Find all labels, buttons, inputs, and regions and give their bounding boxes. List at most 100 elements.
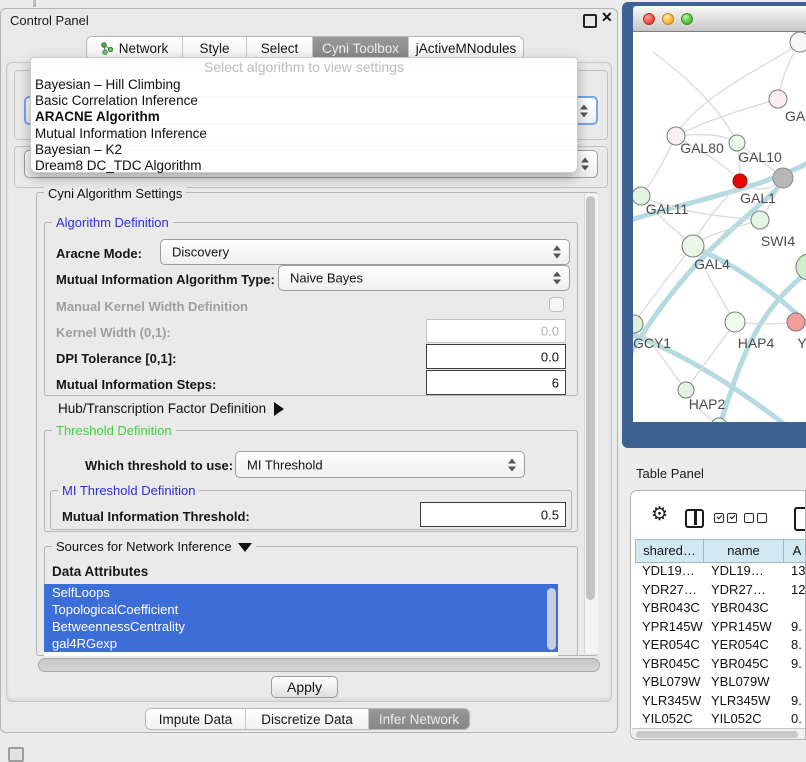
- network-edge[interactable]: [676, 99, 778, 136]
- network-node[interactable]: [725, 312, 745, 332]
- network-view-window[interactable]: GALGAL80GAL10GAL1GAL11SWI4GAL4GCY1HAP4YH…: [622, 2, 806, 448]
- aracne-mode-combobox[interactable]: Discovery: [160, 239, 570, 265]
- table-cell: YIL052C: [635, 711, 704, 726]
- manual-kernel-width-checkbox[interactable]: [549, 297, 564, 312]
- which-threshold-value: MI Threshold: [247, 457, 323, 472]
- table-row[interactable]: YIL052CYIL052C0.: [635, 711, 806, 726]
- network-node[interactable]: [751, 211, 769, 229]
- table-header-row: shared…nameA: [635, 539, 806, 563]
- network-edge[interactable]: [686, 322, 735, 390]
- table-row[interactable]: YER054CYER054C8.: [635, 637, 806, 652]
- tab-jactivemnodules[interactable]: jActiveMNodules: [409, 37, 523, 59]
- tab-label: Impute Data: [159, 712, 233, 727]
- mi-threshold-field[interactable]: 0.5: [420, 502, 566, 527]
- network-node[interactable]: [796, 254, 806, 280]
- table-cell: YER054C: [635, 637, 704, 652]
- attributes-vscrollbar-thumb[interactable]: [547, 588, 556, 650]
- mi-algorithm-type-combobox[interactable]: Naive Bayes: [278, 265, 570, 291]
- mi-steps-field[interactable]: 6: [426, 370, 566, 395]
- table-row[interactable]: YLR345WYLR345W9.: [635, 693, 806, 708]
- algorithm-option[interactable]: Dream8 DC_TDC Algorithm: [31, 158, 577, 174]
- tab-infer-network[interactable]: Infer Network: [369, 709, 469, 729]
- algorithm-option[interactable]: Mutual Information Inference: [31, 126, 577, 142]
- table-cell: [784, 674, 806, 689]
- deselect-all-checkbox-icon[interactable]: [757, 513, 767, 523]
- settings-vscrollbar-thumb[interactable]: [586, 196, 595, 600]
- table-hscrollbar-track[interactable]: [632, 728, 806, 740]
- network-node[interactable]: [633, 315, 643, 333]
- network-node-label: GAL10: [738, 149, 782, 165]
- close-window-icon[interactable]: ✕: [601, 9, 613, 26]
- network-edge[interactable]: [634, 245, 693, 324]
- apply-button[interactable]: Apply: [271, 676, 338, 698]
- table-row[interactable]: YBL079WYBL079W: [635, 674, 806, 689]
- network-node[interactable]: [787, 313, 805, 331]
- network-node[interactable]: [711, 418, 727, 422]
- kernel-width-field[interactable]: 0.0: [426, 319, 566, 343]
- table-cell: YDL19…: [704, 563, 784, 578]
- table-row[interactable]: YDL19…YDL19…13: [635, 563, 806, 578]
- new-table-icon[interactable]: [794, 507, 806, 531]
- data-attribute-item[interactable]: BetweennessCentrality: [44, 618, 558, 635]
- settings-hscrollbar[interactable]: [38, 658, 600, 672]
- network-node[interactable]: [790, 32, 806, 52]
- network-node[interactable]: [733, 174, 747, 188]
- close-traffic-light-icon[interactable]: [643, 13, 655, 25]
- tab-cyni-toolbox[interactable]: Cyni Toolbox: [313, 37, 409, 59]
- algorithm-option[interactable]: Basic Correlation Inference: [31, 93, 577, 109]
- tab-impute-data[interactable]: Impute Data: [146, 709, 246, 729]
- network-edge[interactable]: [641, 136, 676, 196]
- data-attribute-item[interactable]: SelfLoops: [44, 584, 558, 601]
- tab-style[interactable]: Style: [183, 37, 247, 59]
- sources-legend[interactable]: Sources for Network Inference: [52, 539, 256, 554]
- aracne-mode-value: Discovery: [172, 245, 229, 260]
- table-column-header[interactable]: shared…: [635, 539, 704, 563]
- algorithm-option[interactable]: Bayesian – K2: [31, 142, 577, 158]
- column-layout-icon[interactable]: [685, 509, 704, 528]
- network-window-titlebar[interactable]: [633, 6, 806, 32]
- table-row[interactable]: YBR045CYBR045C9.: [635, 656, 806, 671]
- network-node[interactable]: [773, 168, 793, 188]
- collapse-down-icon: [238, 543, 252, 552]
- settings-gear-icon[interactable]: ⚙: [651, 505, 668, 524]
- which-threshold-combobox[interactable]: MI Threshold: [235, 451, 525, 478]
- table-column-header[interactable]: A: [784, 539, 806, 563]
- float-window-icon[interactable]: [583, 14, 597, 28]
- cyni-bottom-tabbar: Impute Data Discretize Data Infer Network: [145, 708, 470, 730]
- table-hscrollbar-thumb[interactable]: [636, 731, 798, 738]
- table-row[interactable]: YBR043CYBR043C: [635, 600, 806, 615]
- tab-discretize-data[interactable]: Discretize Data: [246, 709, 369, 729]
- zoom-traffic-light-icon[interactable]: [681, 13, 693, 25]
- minimize-traffic-light-icon[interactable]: [662, 13, 674, 25]
- table-cell: 13: [784, 563, 806, 578]
- select-all-checkbox-icon[interactable]: [714, 513, 724, 523]
- tab-label: Select: [261, 41, 299, 56]
- aracne-mode-label: Aracne Mode:: [56, 246, 142, 261]
- dpi-tolerance-field[interactable]: 0.0: [426, 344, 566, 369]
- select-all-checkbox-icon[interactable]: [727, 513, 737, 523]
- dpi-tolerance-label: DPI Tolerance [0,1]:: [56, 351, 176, 366]
- data-attribute-item[interactable]: gal4RGexp: [44, 635, 558, 652]
- network-node[interactable]: [769, 90, 787, 108]
- mi-threshold-value: 0.5: [541, 507, 559, 522]
- network-edge[interactable]: [653, 52, 737, 143]
- hub-definition-expander[interactable]: Hub/Transcription Factor Definition: [58, 401, 284, 416]
- network-edge[interactable]: [676, 44, 800, 136]
- table-cell: YER054C: [704, 637, 784, 652]
- tab-label: Infer Network: [379, 712, 459, 727]
- table-row[interactable]: YPR145WYPR145W9.: [635, 619, 806, 634]
- tab-network[interactable]: Network: [87, 37, 183, 59]
- algorithm-option[interactable]: ARACNE Algorithm: [31, 109, 577, 125]
- data-attributes-list: SelfLoopsTopologicalCoefficientBetweenne…: [44, 584, 558, 656]
- table-cell: YBL079W: [704, 674, 784, 689]
- table-row[interactable]: YDR27…YDR27…12: [635, 582, 806, 597]
- network-canvas[interactable]: GALGAL80GAL10GAL1GAL11SWI4GAL4GCY1HAP4YH…: [633, 32, 806, 422]
- algorithm-option[interactable]: Bayesian – Hill Climbing: [31, 77, 577, 93]
- data-attribute-item[interactable]: TopologicalCoefficient: [44, 601, 558, 618]
- deselect-all-checkbox-icon[interactable]: [744, 513, 754, 523]
- tab-select[interactable]: Select: [247, 37, 313, 59]
- network-node[interactable]: [682, 235, 704, 257]
- table-column-header[interactable]: name: [704, 539, 784, 563]
- collapsed-panel-icon[interactable]: [8, 747, 24, 762]
- table-panel-window: ⚙ shared…nameA YDL19…YDL19…13 YDR27…YDR27…: [630, 490, 806, 740]
